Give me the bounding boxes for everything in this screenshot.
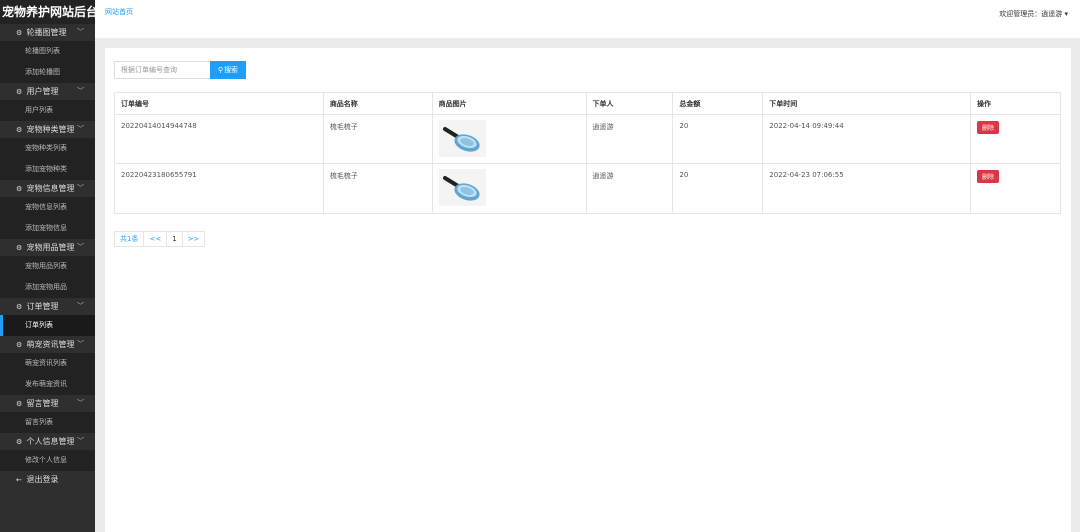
caret-down-icon: ▾ <box>1064 10 1068 18</box>
chevron-down-icon: ﹀ <box>77 399 84 407</box>
cell-amount: 20 <box>672 114 764 164</box>
logout-link[interactable]: ← 退出登录 <box>0 471 95 488</box>
menu-item-supplies-list[interactable]: 宠物用品列表 <box>0 256 95 277</box>
menu-item-pet-category-add[interactable]: 添加宠物种类 <box>0 159 95 180</box>
menu-item-profile-edit[interactable]: 修改个人信息 <box>0 450 95 471</box>
menu-item-carousel-add[interactable]: 添加轮播图 <box>0 62 95 83</box>
col-order-no: 订单编号 <box>114 92 324 115</box>
table-row: 20220423180655791 梳毛梳子 逍遥游 20 2022-04-23… <box>114 163 1061 214</box>
cell-order-time: 2022-04-23 07:06:55 <box>762 163 972 214</box>
gear-icon: ⚙ <box>16 438 23 446</box>
search-icon: ⚲ <box>217 66 224 74</box>
admin-welcome-menu[interactable]: 欢迎管理员：逍遥游 ▾ <box>999 9 1068 19</box>
pagination: 共1条 << 1 >> <box>114 231 206 247</box>
col-order-time: 下单时间 <box>762 92 972 115</box>
table-row: 20220414014944748 梳毛梳子 逍遥游 20 2022-04-14… <box>114 114 1061 164</box>
menu-item-news-add[interactable]: 发布萌宠资讯 <box>0 374 95 395</box>
cell-customer: 逍遥游 <box>585 114 674 164</box>
cell-order-no: 20220414014944748 <box>114 114 324 164</box>
chevron-down-icon: ﹀ <box>77 184 84 192</box>
menu-group-orders[interactable]: ⚙ 订单管理 ﹀ <box>0 298 95 315</box>
menu-group-pet-supplies[interactable]: ⚙ 宠物用品管理 ﹀ <box>0 239 95 256</box>
menu-group-news[interactable]: ⚙ 萌宠资讯管理 ﹀ <box>0 336 95 353</box>
menu-item-pet-info-add[interactable]: 添加宠物信息 <box>0 218 95 239</box>
col-actions: 操作 <box>970 92 1061 115</box>
orders-table: 订单编号 商品名称 商品图片 下单人 总金额 下单时间 操作 202204140… <box>114 92 1061 214</box>
menu-item-pet-info-list[interactable]: 宠物信息列表 <box>0 197 95 218</box>
col-product-name: 商品名称 <box>322 92 433 115</box>
site-home-link[interactable]: 网站首页 <box>105 7 133 17</box>
menu-group-messages[interactable]: ⚙ 留言管理 ﹀ <box>0 395 95 412</box>
content-panel: ⚲搜索 订单编号 商品名称 商品图片 下单人 总金额 下单时间 操作 <box>105 48 1071 532</box>
chevron-down-icon: ﹀ <box>77 28 84 36</box>
gear-icon: ⚙ <box>16 303 23 311</box>
product-image-comb <box>438 169 486 206</box>
product-image-comb <box>438 120 486 157</box>
search-button[interactable]: ⚲ 搜索 <box>210 61 246 79</box>
pager-next[interactable]: >> <box>183 232 205 246</box>
delete-button[interactable]: 删除 <box>977 170 1000 183</box>
cell-product-image <box>431 163 587 214</box>
chevron-down-icon: ﹀ <box>77 87 84 95</box>
pager-prev[interactable]: << <box>144 232 168 246</box>
col-amount: 总金额 <box>672 92 764 115</box>
cell-product-image <box>431 114 587 164</box>
order-search-input[interactable] <box>114 61 210 79</box>
cell-product-name: 梳毛梳子 <box>322 163 433 214</box>
col-product-image: 商品图片 <box>431 92 587 115</box>
top-header: 网站首页 欢迎管理员：逍遥游 ▾ <box>95 0 1080 38</box>
arrow-left-icon: ← <box>16 476 22 484</box>
gear-icon: ⚙ <box>16 29 23 37</box>
chevron-down-icon: ﹀ <box>77 302 84 310</box>
menu-item-carousel-list[interactable]: 轮播图列表 <box>0 41 95 62</box>
menu-item-supplies-add[interactable]: 添加宠物用品 <box>0 277 95 298</box>
menu-item-pet-category-list[interactable]: 宠物种类列表 <box>0 138 95 159</box>
cell-order-no: 20220423180655791 <box>114 163 324 214</box>
gear-icon: ⚙ <box>16 244 23 252</box>
cell-actions: 删除 <box>970 163 1061 214</box>
cell-amount: 20 <box>672 163 764 214</box>
pager-page-1[interactable]: 1 <box>167 232 183 246</box>
cell-product-name: 梳毛梳子 <box>322 114 433 164</box>
cell-customer: 逍遥游 <box>585 163 674 214</box>
menu-item-news-list[interactable]: 萌宠资讯列表 <box>0 353 95 374</box>
chevron-down-icon: ﹀ <box>77 125 84 133</box>
gear-icon: ⚙ <box>16 126 23 134</box>
chevron-down-icon: ﹀ <box>77 340 84 348</box>
delete-button[interactable]: 删除 <box>977 121 1000 134</box>
menu-group-profile[interactable]: ⚙ 个人信息管理 ﹀ <box>0 433 95 450</box>
search-bar: ⚲搜索 <box>114 61 246 79</box>
chevron-down-icon: ﹀ <box>77 437 84 445</box>
cell-actions: 删除 <box>970 114 1061 164</box>
menu-group-users[interactable]: ⚙ 用户管理 ﹀ <box>0 83 95 100</box>
gear-icon: ⚙ <box>16 341 23 349</box>
chevron-down-icon: ﹀ <box>77 243 84 251</box>
gear-icon: ⚙ <box>16 400 23 408</box>
cell-order-time: 2022-04-14 09:49:44 <box>762 114 972 164</box>
menu-item-user-list[interactable]: 用户列表 <box>0 100 95 121</box>
gear-icon: ⚙ <box>16 88 23 96</box>
menu-group-pet-info[interactable]: ⚙ 宠物信息管理 ﹀ <box>0 180 95 197</box>
col-customer: 下单人 <box>585 92 674 115</box>
table-header-row: 订单编号 商品名称 商品图片 下单人 总金额 下单时间 操作 <box>114 92 1061 115</box>
menu-group-pet-category[interactable]: ⚙ 宠物种类管理 ﹀ <box>0 121 95 138</box>
menu-item-order-list[interactable]: 订单列表 <box>0 315 95 336</box>
pager-total: 共1条 <box>115 232 145 246</box>
sidebar: 宠物养护网站后台 ⚙ 轮播图管理 ﹀ 轮播图列表 添加轮播图 ⚙ 用户管理 ﹀ 用户… <box>0 0 95 532</box>
menu-item-message-list[interactable]: 留言列表 <box>0 412 95 433</box>
menu-group-carousel[interactable]: ⚙ 轮播图管理 ﹀ <box>0 24 95 41</box>
gear-icon: ⚙ <box>16 185 23 193</box>
site-logo: 宠物养护网站后台 <box>0 0 95 24</box>
